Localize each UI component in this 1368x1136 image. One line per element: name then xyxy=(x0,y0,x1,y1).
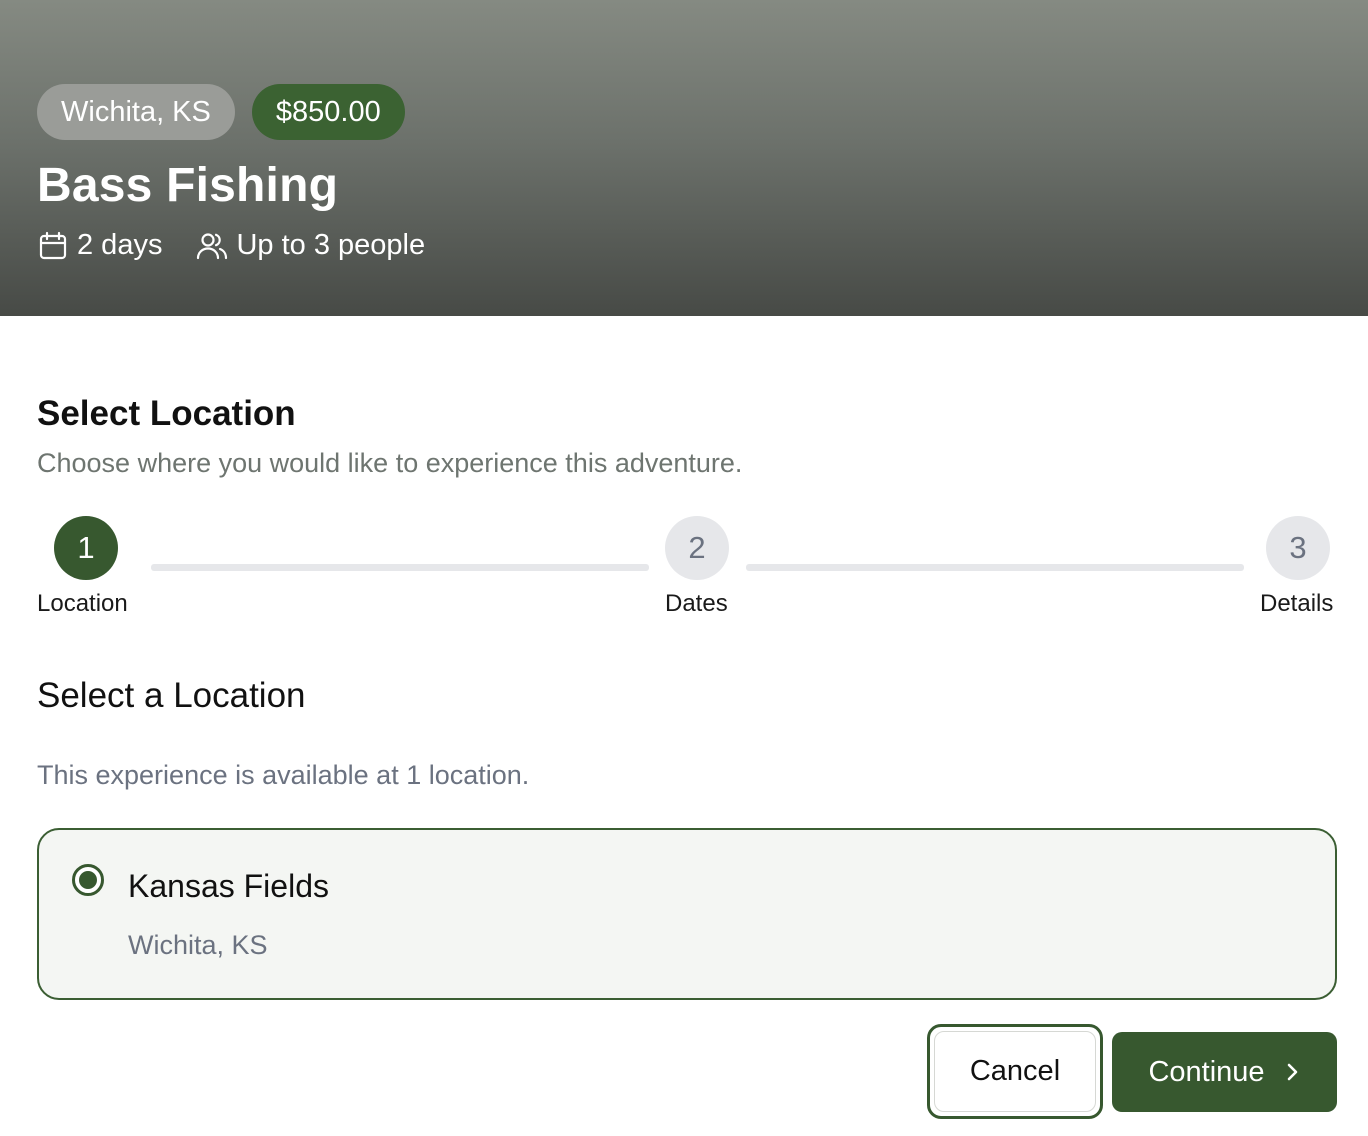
cancel-focus-ring: Cancel xyxy=(927,1024,1103,1119)
duration-meta: 2 days xyxy=(37,229,162,262)
people-icon xyxy=(197,232,228,259)
continue-label: Continue xyxy=(1148,1055,1265,1088)
hero-banner: Wichita, KS $850.00 Bass Fishing 2 days … xyxy=(0,0,1368,316)
step-1-circle: 1 xyxy=(54,516,118,580)
duration-text: 2 days xyxy=(77,229,163,261)
location-place: Wichita, KS xyxy=(128,930,268,960)
location-radio[interactable] xyxy=(72,864,104,896)
step-1-label: Location xyxy=(37,590,128,617)
location-name: Kansas Fields xyxy=(128,868,329,904)
price-badge: $850.00 xyxy=(251,84,405,140)
capacity-text: Up to 3 people xyxy=(236,229,426,261)
cancel-button[interactable]: Cancel xyxy=(934,1031,1096,1112)
section-title: Select Location xyxy=(37,394,296,433)
location-count-text: This experience is available at 1 locati… xyxy=(37,760,530,790)
section-subtitle: Choose where you would like to experienc… xyxy=(37,448,743,478)
step-connector-2 xyxy=(746,564,1244,571)
continue-button[interactable]: Continue xyxy=(1112,1032,1337,1112)
location-badge: Wichita, KS xyxy=(37,84,235,140)
location-list-title: Select a Location xyxy=(37,676,306,715)
capacity-meta: Up to 3 people xyxy=(196,229,425,262)
step-2-label: Dates xyxy=(665,590,728,617)
calendar-icon xyxy=(39,231,67,259)
experience-meta: 2 days Up to 3 people xyxy=(37,229,425,262)
hero-badges: Wichita, KS $850.00 xyxy=(37,84,405,140)
step-3-circle: 3 xyxy=(1266,516,1330,580)
experience-title: Bass Fishing xyxy=(37,159,339,212)
chevron-right-icon xyxy=(1287,1063,1297,1081)
location-option-card[interactable]: Kansas Fields Wichita, KS xyxy=(37,828,1337,1000)
step-2-circle: 2 xyxy=(665,516,729,580)
step-3-label: Details xyxy=(1260,590,1334,617)
radio-selected-dot xyxy=(79,871,97,889)
step-connector-1 xyxy=(151,564,649,571)
